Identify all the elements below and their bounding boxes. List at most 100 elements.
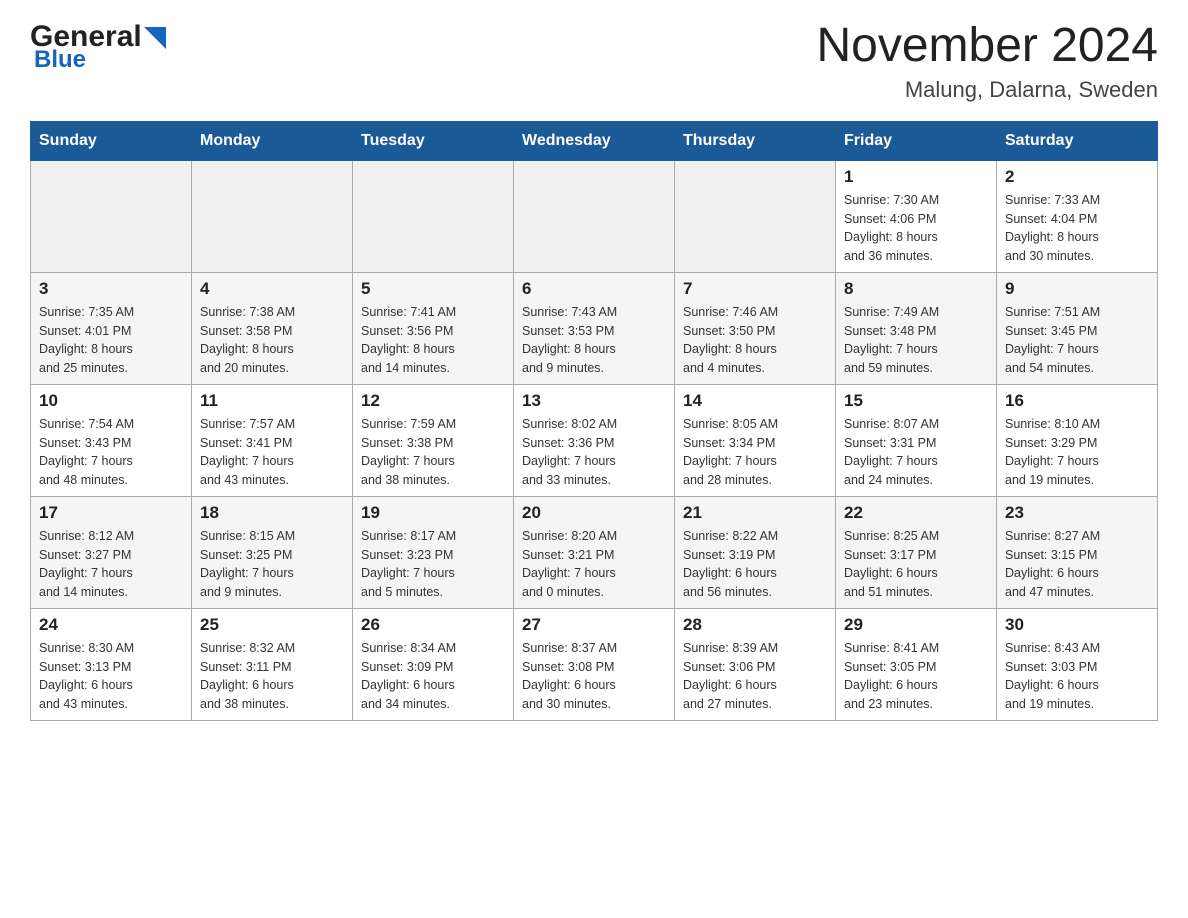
calendar-cell: 24 Sunrise: 8:30 AMSunset: 3:13 PMDayligh… xyxy=(31,608,192,720)
calendar-cell: 2 Sunrise: 7:33 AMSunset: 4:04 PMDaylight… xyxy=(997,160,1158,272)
calendar-cell: 19 Sunrise: 8:17 AMSunset: 3:23 PMDayligh… xyxy=(353,496,514,608)
day-number: 1 xyxy=(844,167,988,187)
calendar-table: SundayMondayTuesdayWednesdayThursdayFrid… xyxy=(30,121,1158,721)
calendar-cell xyxy=(192,160,353,272)
calendar-cell: 13 Sunrise: 8:02 AMSunset: 3:36 PMDayligh… xyxy=(514,384,675,496)
logo-blue-label: Blue xyxy=(30,46,86,74)
header-row: SundayMondayTuesdayWednesdayThursdayFrid… xyxy=(31,121,1158,160)
day-info: Sunrise: 8:05 AMSunset: 3:34 PMDaylight:… xyxy=(683,415,827,490)
day-info: Sunrise: 8:22 AMSunset: 3:19 PMDaylight:… xyxy=(683,527,827,602)
calendar-cell xyxy=(353,160,514,272)
day-number: 11 xyxy=(200,391,344,411)
day-number: 18 xyxy=(200,503,344,523)
day-number: 25 xyxy=(200,615,344,635)
day-info: Sunrise: 8:43 AMSunset: 3:03 PMDaylight:… xyxy=(1005,639,1149,714)
column-header-sunday: Sunday xyxy=(31,121,192,160)
day-number: 16 xyxy=(1005,391,1149,411)
day-info: Sunrise: 7:46 AMSunset: 3:50 PMDaylight:… xyxy=(683,303,827,378)
day-number: 8 xyxy=(844,279,988,299)
day-number: 7 xyxy=(683,279,827,299)
day-number: 5 xyxy=(361,279,505,299)
day-number: 9 xyxy=(1005,279,1149,299)
calendar-cell: 25 Sunrise: 8:32 AMSunset: 3:11 PMDayligh… xyxy=(192,608,353,720)
day-number: 19 xyxy=(361,503,505,523)
week-row-4: 17 Sunrise: 8:12 AMSunset: 3:27 PMDayligh… xyxy=(31,496,1158,608)
calendar-cell: 9 Sunrise: 7:51 AMSunset: 3:45 PMDaylight… xyxy=(997,272,1158,384)
day-number: 10 xyxy=(39,391,183,411)
calendar-cell: 4 Sunrise: 7:38 AMSunset: 3:58 PMDaylight… xyxy=(192,272,353,384)
calendar-body: 1 Sunrise: 7:30 AMSunset: 4:06 PMDaylight… xyxy=(31,160,1158,720)
day-number: 4 xyxy=(200,279,344,299)
day-info: Sunrise: 8:30 AMSunset: 3:13 PMDaylight:… xyxy=(39,639,183,714)
day-number: 29 xyxy=(844,615,988,635)
day-info: Sunrise: 8:34 AMSunset: 3:09 PMDaylight:… xyxy=(361,639,505,714)
week-row-1: 1 Sunrise: 7:30 AMSunset: 4:06 PMDaylight… xyxy=(31,160,1158,272)
day-info: Sunrise: 8:37 AMSunset: 3:08 PMDaylight:… xyxy=(522,639,666,714)
calendar-cell: 14 Sunrise: 8:05 AMSunset: 3:34 PMDayligh… xyxy=(675,384,836,496)
calendar-cell xyxy=(31,160,192,272)
calendar-cell: 12Sunrise: 7:59 AMSunset: 3:38 PMDayligh… xyxy=(353,384,514,496)
calendar-cell: 29 Sunrise: 8:41 AMSunset: 3:05 PMDayligh… xyxy=(836,608,997,720)
day-number: 22 xyxy=(844,503,988,523)
day-number: 15 xyxy=(844,391,988,411)
logo-triangle-icon xyxy=(144,27,166,49)
calendar-cell: 18Sunrise: 8:15 AMSunset: 3:25 PMDayligh… xyxy=(192,496,353,608)
day-number: 17 xyxy=(39,503,183,523)
day-number: 6 xyxy=(522,279,666,299)
week-row-5: 24 Sunrise: 8:30 AMSunset: 3:13 PMDayligh… xyxy=(31,608,1158,720)
week-row-3: 10 Sunrise: 7:54 AMSunset: 3:43 PMDayligh… xyxy=(31,384,1158,496)
day-number: 27 xyxy=(522,615,666,635)
calendar-cell: 7 Sunrise: 7:46 AMSunset: 3:50 PMDaylight… xyxy=(675,272,836,384)
day-info: Sunrise: 8:12 AMSunset: 3:27 PMDaylight:… xyxy=(39,527,183,602)
day-info: Sunrise: 7:41 AMSunset: 3:56 PMDaylight:… xyxy=(361,303,505,378)
calendar-cell: 27 Sunrise: 8:37 AMSunset: 3:08 PMDayligh… xyxy=(514,608,675,720)
day-number: 26 xyxy=(361,615,505,635)
calendar-cell: 17 Sunrise: 8:12 AMSunset: 3:27 PMDayligh… xyxy=(31,496,192,608)
day-info: Sunrise: 7:43 AMSunset: 3:53 PMDaylight:… xyxy=(522,303,666,378)
day-info: Sunrise: 7:57 AMSunset: 3:41 PMDaylight:… xyxy=(200,415,344,490)
column-header-friday: Friday xyxy=(836,121,997,160)
day-number: 21 xyxy=(683,503,827,523)
location-label: Malung, Dalarna, Sweden xyxy=(816,77,1158,103)
day-info: Sunrise: 8:17 AMSunset: 3:23 PMDaylight:… xyxy=(361,527,505,602)
day-info: Sunrise: 7:51 AMSunset: 3:45 PMDaylight:… xyxy=(1005,303,1149,378)
column-header-tuesday: Tuesday xyxy=(353,121,514,160)
calendar-cell xyxy=(675,160,836,272)
day-info: Sunrise: 7:38 AMSunset: 3:58 PMDaylight:… xyxy=(200,303,344,378)
calendar-cell xyxy=(514,160,675,272)
calendar-cell: 30 Sunrise: 8:43 AMSunset: 3:03 PMDayligh… xyxy=(997,608,1158,720)
day-info: Sunrise: 8:10 AMSunset: 3:29 PMDaylight:… xyxy=(1005,415,1149,490)
day-info: Sunrise: 8:41 AMSunset: 3:05 PMDaylight:… xyxy=(844,639,988,714)
logo: General Blue xyxy=(30,20,166,74)
day-info: Sunrise: 7:33 AMSunset: 4:04 PMDaylight:… xyxy=(1005,191,1149,266)
day-info: Sunrise: 8:25 AMSunset: 3:17 PMDaylight:… xyxy=(844,527,988,602)
day-number: 20 xyxy=(522,503,666,523)
calendar-cell: 11 Sunrise: 7:57 AMSunset: 3:41 PMDayligh… xyxy=(192,384,353,496)
day-info: Sunrise: 7:30 AMSunset: 4:06 PMDaylight:… xyxy=(844,191,988,266)
day-number: 14 xyxy=(683,391,827,411)
day-number: 28 xyxy=(683,615,827,635)
calendar-cell: 15 Sunrise: 8:07 AMSunset: 3:31 PMDayligh… xyxy=(836,384,997,496)
day-number: 23 xyxy=(1005,503,1149,523)
day-number: 30 xyxy=(1005,615,1149,635)
day-info: Sunrise: 7:54 AMSunset: 3:43 PMDaylight:… xyxy=(39,415,183,490)
day-info: Sunrise: 8:02 AMSunset: 3:36 PMDaylight:… xyxy=(522,415,666,490)
day-info: Sunrise: 8:20 AMSunset: 3:21 PMDaylight:… xyxy=(522,527,666,602)
calendar-cell: 26 Sunrise: 8:34 AMSunset: 3:09 PMDayligh… xyxy=(353,608,514,720)
day-info: Sunrise: 8:07 AMSunset: 3:31 PMDaylight:… xyxy=(844,415,988,490)
day-number: 13 xyxy=(522,391,666,411)
day-info: Sunrise: 8:32 AMSunset: 3:11 PMDaylight:… xyxy=(200,639,344,714)
day-number: 2 xyxy=(1005,167,1149,187)
calendar-cell: 16 Sunrise: 8:10 AMSunset: 3:29 PMDayligh… xyxy=(997,384,1158,496)
title-area: November 2024 Malung, Dalarna, Sweden xyxy=(816,20,1158,103)
calendar-cell: 6 Sunrise: 7:43 AMSunset: 3:53 PMDaylight… xyxy=(514,272,675,384)
day-number: 12 xyxy=(361,391,505,411)
column-header-saturday: Saturday xyxy=(997,121,1158,160)
calendar-cell: 5 Sunrise: 7:41 AMSunset: 3:56 PMDaylight… xyxy=(353,272,514,384)
calendar-cell: 28Sunrise: 8:39 AMSunset: 3:06 PMDayligh… xyxy=(675,608,836,720)
day-info: Sunrise: 8:27 AMSunset: 3:15 PMDaylight:… xyxy=(1005,527,1149,602)
calendar-cell: 23 Sunrise: 8:27 AMSunset: 3:15 PMDayligh… xyxy=(997,496,1158,608)
day-number: 24 xyxy=(39,615,183,635)
column-header-thursday: Thursday xyxy=(675,121,836,160)
calendar-cell: 21 Sunrise: 8:22 AMSunset: 3:19 PMDayligh… xyxy=(675,496,836,608)
